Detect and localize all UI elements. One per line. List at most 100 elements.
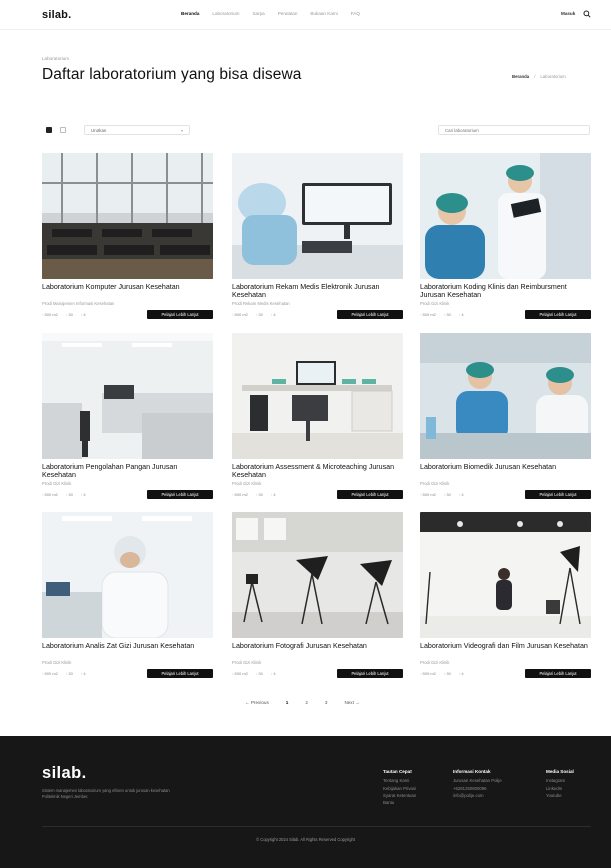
copyright: © Copyright 2024 Silab. All Rights Reser… [256,837,355,842]
footer-link[interactable]: info@polije.com [453,792,502,799]
footer-link[interactable]: Syarat Ketentuan [383,792,416,799]
photography-studio-photo [232,512,403,638]
lab-card-meta: 500 m2 30 4 Pelajari Lebih Lanjut [232,669,403,678]
lab-card-meta: 500 m2 30 4 Pelajari Lebih Lanjut [42,310,213,319]
lab-image[interactable] [232,333,403,459]
site-footer: silab. Sistem manajemen laboratorium yan… [0,736,611,868]
lab-card[interactable]: Laboratorium Analis Zat Gizi Jurusan Kes… [42,512,213,678]
lab-card-subtitle: Prodi Gizi Klinik [420,660,450,665]
capacity-value: 30 [66,492,72,497]
lab-card-meta: 500 m2 30 4 Pelajari Lebih Lanjut [232,310,403,319]
lab-card[interactable]: Laboratorium Rekam Medis Elektronik Juru… [232,153,403,319]
lab-card-meta: 500 m2 30 4 Pelajari Lebih Lanjut [232,490,403,499]
nutrient-analysis-photo [42,512,213,638]
lab-card-subtitle: Prodi Gizi Klinik [232,660,262,665]
food-processing-photo [42,333,213,459]
videography-studio-photo [420,512,591,638]
learn-more-button[interactable]: Pelajari Lebih Lanjut [147,490,213,499]
page-link[interactable]: 1 [286,700,289,705]
lab-card-subtitle: Prodi Gizi Klinik [232,481,262,486]
footer-link[interactable]: Youtube [546,792,574,799]
lab-image[interactable] [232,512,403,638]
list-view-icon[interactable] [60,127,66,133]
computer-lab-photo [42,153,213,279]
footer-logo[interactable]: silab. [42,764,87,783]
rooms-value: 4 [81,671,85,676]
lab-card-subtitle: Prodi Gizi Klinik [420,481,450,486]
lab-card-title: Laboratorium Analis Zat Gizi Jurusan Kes… [42,642,195,650]
lab-card-subtitle: Prodi Manajemen Informasi Kesehatan [42,301,115,306]
lab-card-meta: 500 m2 30 4 Pelajari Lebih Lanjut [420,490,591,499]
area-value: 500 m2 [42,312,58,317]
footer-link[interactable]: Instagram [546,777,574,784]
learn-more-button[interactable]: Pelajari Lebih Lanjut [525,310,591,319]
nav-item-bukaan-kami[interactable]: Bukaan Kami [310,11,337,16]
rooms-value: 4 [459,312,463,317]
lab-card[interactable]: Laboratorium Pengolahan Pangan Jurusan K… [42,333,213,499]
footer-heading: Media Sosial [546,769,574,774]
nav-item-peralatan[interactable]: Peralatan [278,11,298,16]
lab-image[interactable] [420,333,591,459]
search-icon[interactable] [583,10,591,18]
lab-image[interactable] [42,512,213,638]
page-title: Daftar laboratorium yang bisa disewa [42,66,302,83]
nav-item-sarpa[interactable]: Sarpa [252,11,264,16]
lab-image[interactable] [420,153,591,279]
breadcrumb-separator: / [534,74,536,79]
sort-select[interactable]: Urutkan ▾ [84,125,190,135]
previous-page-link[interactable]: ← Previous [245,700,269,705]
learn-more-button[interactable]: Pelajari Lebih Lanjut [337,669,403,678]
lab-image[interactable] [232,153,403,279]
footer-link[interactable]: Kebijakan Privasi [383,785,416,792]
nav-item-laboratorium[interactable]: Laboratorium [212,11,239,16]
area-value: 500 m2 [232,671,248,676]
learn-more-button[interactable]: Pelajari Lebih Lanjut [147,310,213,319]
nav-item-faq[interactable]: FAQ [351,11,360,16]
page-link[interactable]: 3 [325,700,328,705]
footer-link[interactable]: Tentang Kami [383,777,416,784]
lab-card[interactable]: Laboratorium Komputer Jurusan Kesehatan … [42,153,213,319]
login-link[interactable]: Masuk [561,11,575,16]
footer-link[interactable]: +6281250800096 [453,785,502,792]
medical-records-photo [232,153,403,279]
area-value: 500 m2 [232,492,248,497]
learn-more-button[interactable]: Pelajari Lebih Lanjut [525,669,591,678]
breadcrumb: Beranda / Laboratorium [512,74,566,79]
lab-card[interactable]: Laboratorium Biomedik Jurusan Kesehatan … [420,333,591,499]
lab-image[interactable] [42,153,213,279]
rooms-value: 4 [459,492,463,497]
lab-image[interactable] [420,512,591,638]
footer-link[interactable]: Jurusan Kesehatan Polije [453,777,502,784]
page-link[interactable]: 2 [305,700,308,705]
learn-more-button[interactable]: Pelajari Lebih Lanjut [525,490,591,499]
learn-more-button[interactable]: Pelajari Lebih Lanjut [147,669,213,678]
capacity-value: 30 [444,312,450,317]
search-input[interactable] [438,125,590,135]
nav-item-beranda[interactable]: Beranda [181,11,199,16]
capacity-value: 30 [444,492,450,497]
rooms-value: 4 [81,492,85,497]
breadcrumb-home[interactable]: Beranda [512,74,529,79]
next-page-link[interactable]: Next → [344,700,359,705]
lab-card-subtitle: Prodi Gizi Klinik [42,660,72,665]
learn-more-button[interactable]: Pelajari Lebih Lanjut [337,490,403,499]
logo[interactable]: silab. [42,9,71,21]
lab-card[interactable]: Laboratorium Assessment & Microteaching … [232,333,403,499]
lab-card[interactable]: Laboratorium Fotografi Jurusan Kesehatan… [232,512,403,678]
lab-card[interactable]: Laboratorium Koding Klinis dan Reimbursm… [420,153,591,319]
lab-card[interactable]: Laboratorium Videografi dan Film Jurusan… [420,512,591,678]
learn-more-button[interactable]: Pelajari Lebih Lanjut [337,310,403,319]
rooms-value: 4 [271,312,275,317]
clinical-coding-photo [420,153,591,279]
lab-card-title: Laboratorium Komputer Jurusan Kesehatan [42,283,180,291]
capacity-value: 30 [66,671,72,676]
footer-link[interactable]: Bantu [383,799,416,806]
lab-card-title: Laboratorium Biomedik Jurusan Kesehatan [420,463,557,471]
area-value: 500 m2 [420,671,436,676]
area-value: 500 m2 [232,312,248,317]
grid-view-icon[interactable] [46,127,52,133]
footer-heading: Tautan Cepat [383,769,412,774]
footer-link[interactable]: LinkedIn [546,785,574,792]
lab-image[interactable] [42,333,213,459]
footer-heading: Informasi Kontak [453,769,491,774]
